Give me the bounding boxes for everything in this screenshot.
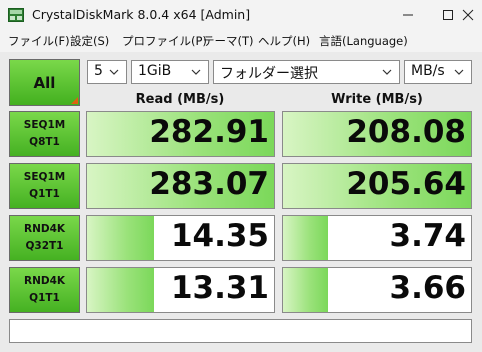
test-label-line1: SEQ1M (23, 119, 66, 131)
count-value: 5 (94, 63, 103, 79)
corner-marker (71, 97, 78, 104)
write-result-cell: 208.08 (282, 111, 472, 157)
menu-theme[interactable]: テーマ(T) (203, 33, 254, 49)
read-value: 283.07 (149, 166, 269, 202)
write-value: 3.66 (389, 270, 467, 306)
test-label-line2: Q32T1 (25, 240, 64, 252)
read-result-cell: 282.91 (86, 111, 275, 157)
read-result-cell: 14.35 (86, 215, 275, 261)
drive-select[interactable]: フォルダー選択 (213, 60, 400, 84)
minimize-button[interactable] (388, 0, 428, 30)
chevron-down-icon (109, 69, 119, 75)
menu-file[interactable]: ファイル(F) (8, 33, 70, 49)
write-value: 208.08 (346, 114, 466, 150)
read-value: 14.35 (170, 218, 269, 254)
read-value: 282.91 (149, 114, 269, 150)
test-label-line1: RND4K (23, 223, 66, 235)
test-button-rnd4k-q32t1[interactable]: RND4K Q32T1 (9, 215, 80, 261)
menu-profile[interactable]: プロファイル(P) (122, 33, 207, 49)
write-result-cell: 205.64 (282, 163, 472, 209)
menu-bar: ファイル(F) 設定(S) プロファイル(P) テーマ(T) ヘルプ(H) 言語… (0, 30, 482, 52)
test-button-seq1m-q8t1[interactable]: SEQ1M Q8T1 (9, 111, 80, 157)
write-result-cell: 3.74 (282, 215, 472, 261)
menu-settings[interactable]: 設定(S) (70, 33, 109, 49)
read-bar (87, 216, 155, 260)
window-title: CrystalDiskMark 8.0.4 x64 [Admin] (32, 7, 251, 22)
test-label-line2: Q8T1 (29, 136, 60, 148)
close-button[interactable] (448, 0, 482, 30)
size-select[interactable]: 1GiB (131, 60, 209, 84)
write-result-cell: 3.66 (282, 267, 472, 313)
close-icon (462, 9, 474, 21)
count-select[interactable]: 5 (87, 60, 127, 84)
test-label-line1: SEQ1M (23, 171, 66, 183)
write-value: 205.64 (346, 166, 466, 202)
unit-select[interactable]: MB/s (404, 60, 472, 84)
read-result-cell: 13.31 (86, 267, 275, 313)
read-header: Read (MB/s) (135, 92, 225, 107)
write-header: Write (MB/s) (331, 92, 423, 107)
read-bar (87, 268, 155, 312)
test-label-line2: Q1T1 (29, 292, 60, 304)
write-value: 3.74 (389, 218, 467, 254)
title-bar: CrystalDiskMark 8.0.4 x64 [Admin] (0, 0, 482, 30)
all-button[interactable]: All (9, 59, 80, 106)
write-bar (283, 268, 329, 312)
menu-help[interactable]: ヘルプ(H) (258, 33, 310, 49)
test-label-line1: RND4K (23, 275, 66, 287)
chevron-down-icon (454, 69, 464, 75)
test-label-line2: Q1T1 (29, 188, 60, 200)
chevron-down-icon (382, 69, 392, 75)
menu-language[interactable]: 言語(Language) (319, 33, 408, 49)
comment-field[interactable] (9, 319, 472, 343)
all-button-label: All (33, 73, 56, 92)
app-icon (8, 8, 24, 22)
read-result-cell: 283.07 (86, 163, 275, 209)
test-button-seq1m-q1t1[interactable]: SEQ1M Q1T1 (9, 163, 80, 209)
size-value: 1GiB (138, 63, 172, 79)
unit-value: MB/s (411, 63, 445, 79)
test-button-rnd4k-q1t1[interactable]: RND4K Q1T1 (9, 267, 80, 313)
minimize-icon (403, 14, 413, 16)
read-value: 13.31 (170, 270, 269, 306)
drive-value: フォルダー選択 (220, 66, 318, 82)
chevron-down-icon (191, 69, 201, 75)
write-bar (283, 216, 329, 260)
